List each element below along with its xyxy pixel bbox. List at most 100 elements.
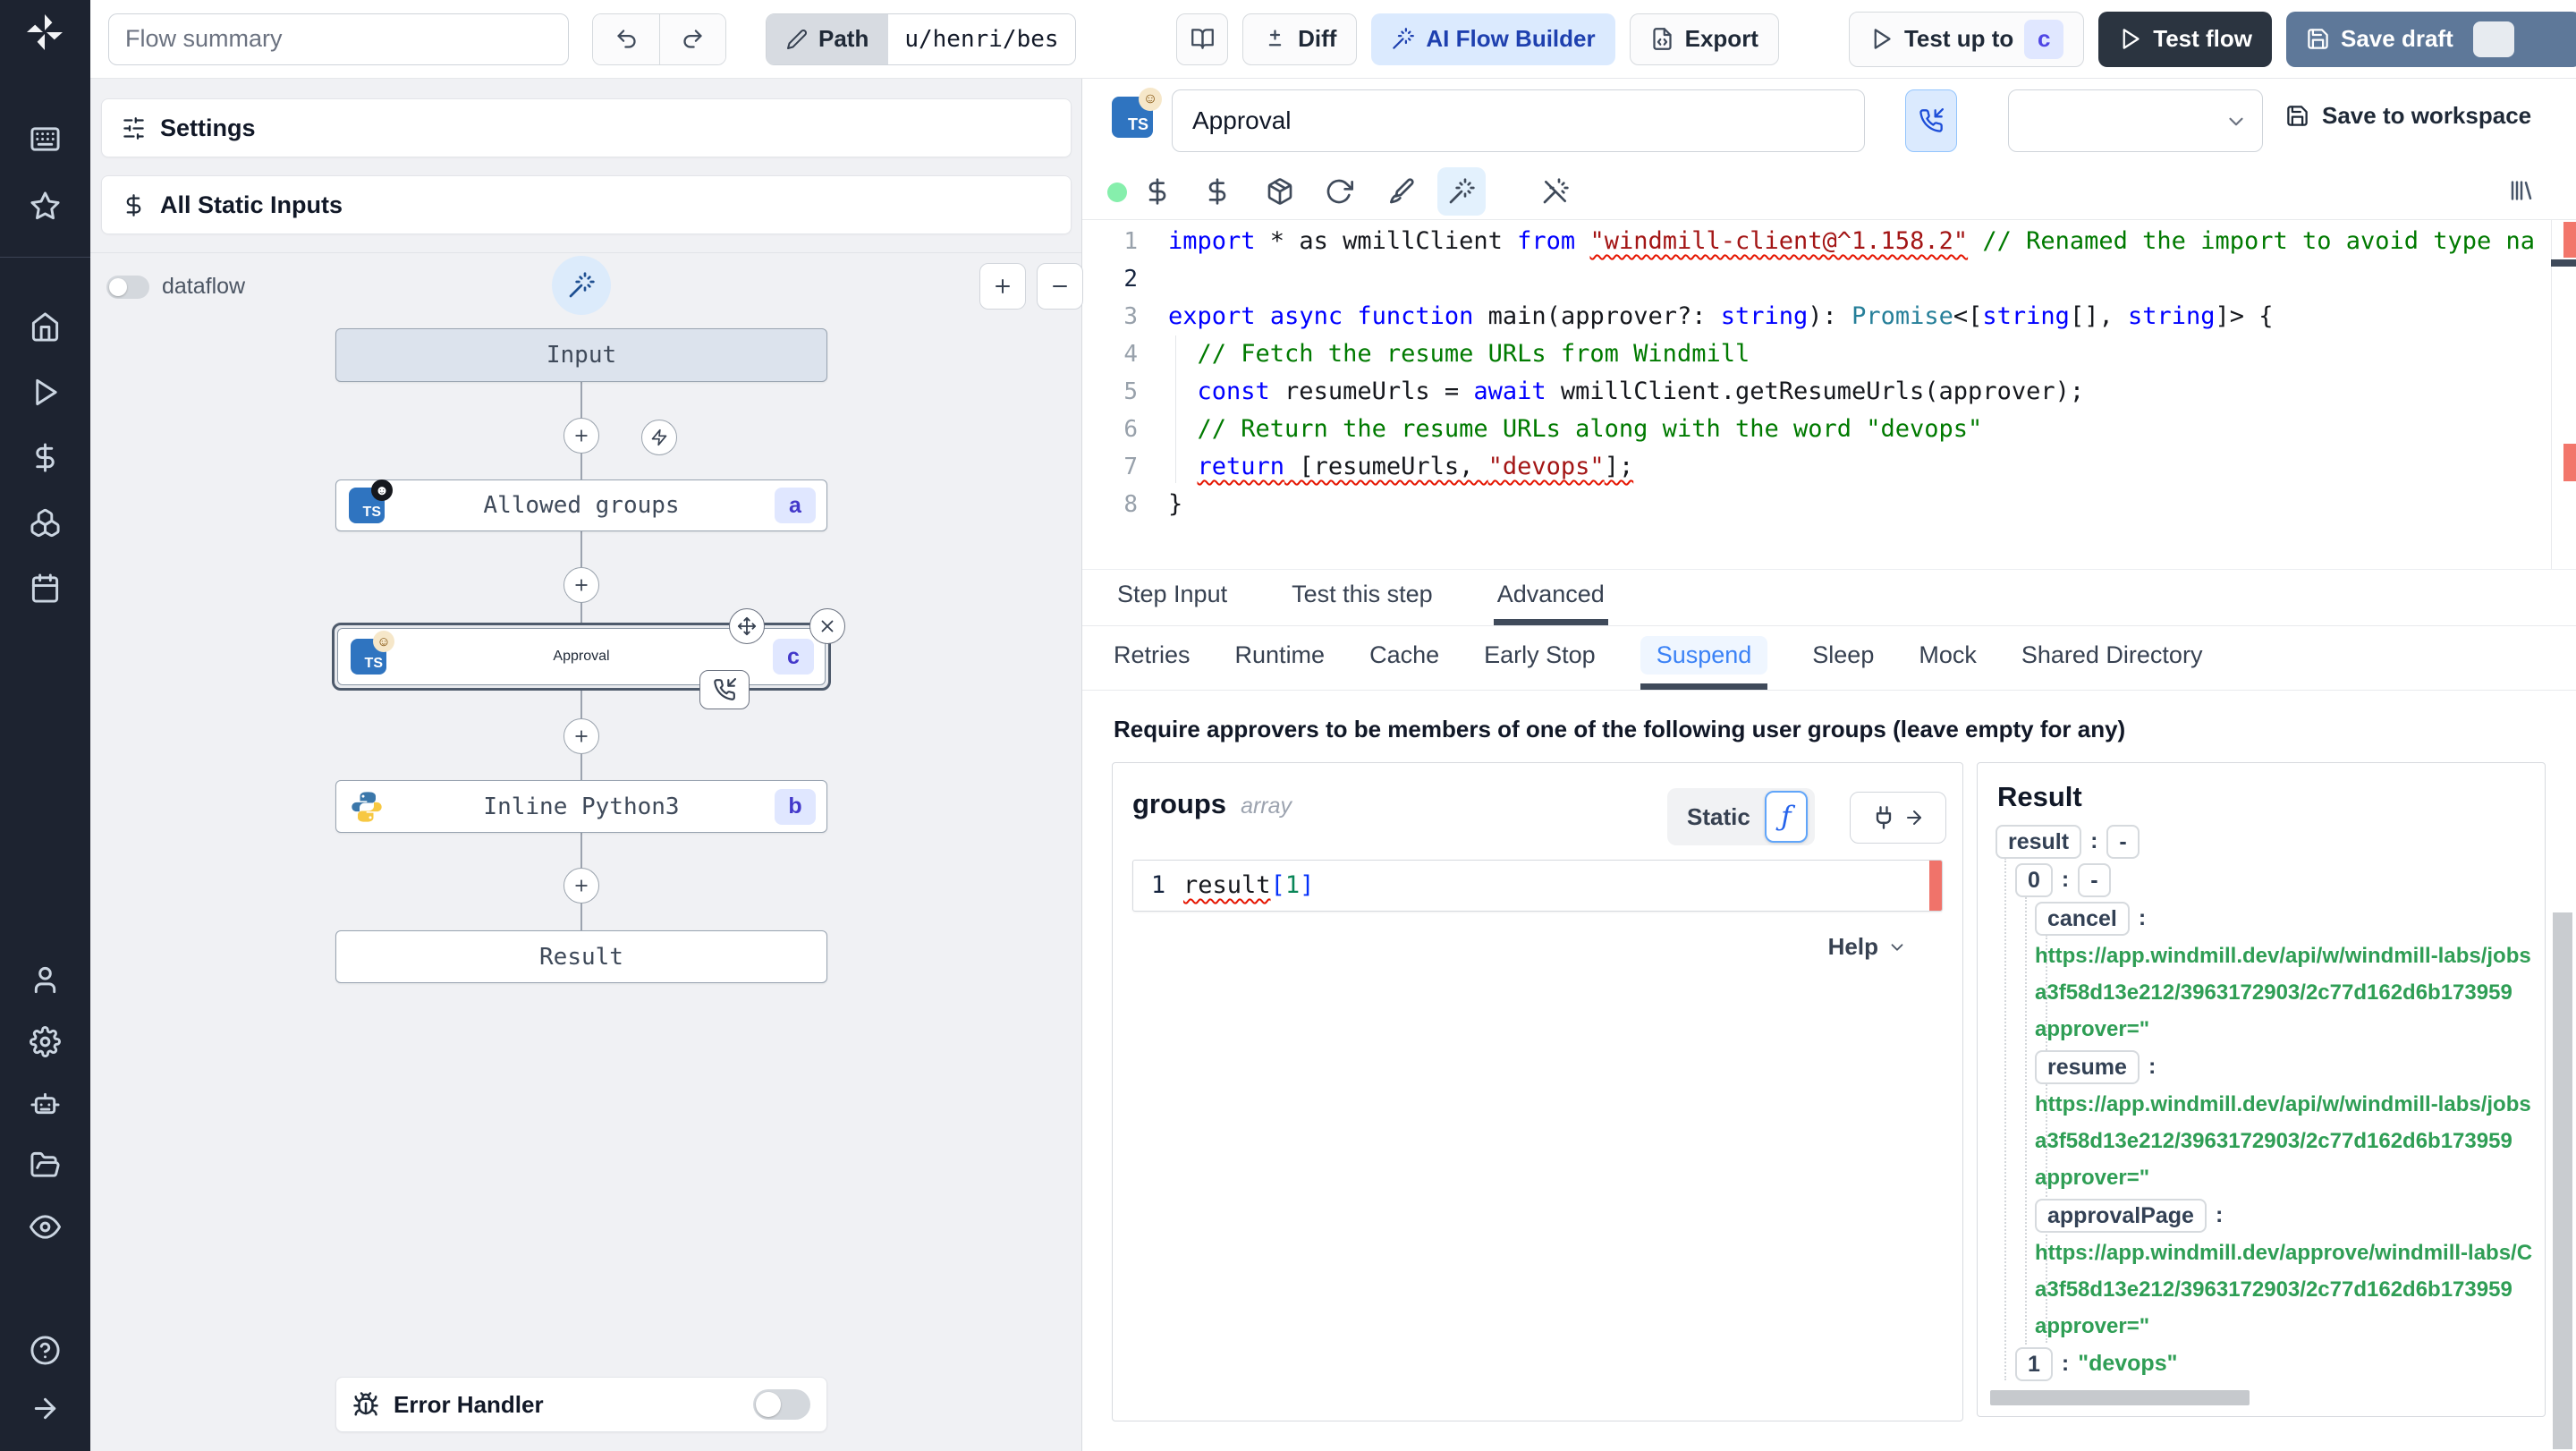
redo-button[interactable] (659, 13, 725, 64)
error-handler-row[interactable]: Error Handler (335, 1377, 827, 1432)
result-key-chip[interactable]: result (1996, 824, 2082, 859)
sidebar-folder-icon[interactable] (30, 1150, 61, 1181)
delete-step-button[interactable] (809, 608, 845, 644)
sidebar-star-icon[interactable] (30, 191, 61, 222)
trigger-button[interactable] (641, 420, 677, 455)
export-button[interactable]: Export (1629, 13, 1779, 65)
subtab-sleep[interactable]: Sleep (1812, 626, 1874, 690)
save-to-workspace-button[interactable]: Save to workspace (2285, 102, 2531, 130)
horizontal-scrollbar[interactable] (1990, 1390, 2250, 1405)
sidebar-robot-icon[interactable] (30, 1088, 61, 1119)
code-line[interactable]: return [resumeUrls, "devops"]; (1168, 448, 2549, 486)
tab-test-this-step[interactable]: Test this step (1288, 570, 1436, 625)
code-line[interactable]: // Fetch the resume URLs from Windmill (1168, 335, 2549, 373)
vertical-scrollbar[interactable] (2553, 912, 2572, 1449)
sidebar-user-icon[interactable] (30, 964, 61, 996)
code-line[interactable]: } (1168, 486, 2549, 523)
input-node[interactable]: Input (335, 328, 827, 382)
sidebar-apps-icon[interactable] (30, 123, 61, 155)
diff-button[interactable]: Diff (1242, 13, 1358, 65)
add-step-button[interactable] (564, 868, 599, 904)
toolbar-brush-icon[interactable] (1386, 177, 1415, 206)
all-static-inputs-row[interactable]: All Static Inputs (101, 175, 1072, 234)
sidebar-boxes-icon[interactable] (30, 507, 61, 539)
flow-settings-row[interactable]: Settings (101, 98, 1072, 157)
subtab-suspend[interactable]: Suspend (1640, 626, 1768, 690)
add-step-button[interactable] (564, 567, 599, 603)
code-line[interactable] (1168, 260, 2549, 298)
path-group[interactable]: Path u/henri/bes (766, 13, 1076, 65)
toolbar-wand-off-icon[interactable] (1541, 177, 1570, 206)
sidebar-calendar-icon[interactable] (30, 573, 61, 604)
subtab-runtime[interactable]: Runtime (1235, 626, 1326, 690)
graph-zoom-in-button[interactable] (979, 263, 1026, 310)
undo-button[interactable] (593, 13, 659, 64)
path-edit-button[interactable]: Path (767, 13, 889, 64)
subtab-retries[interactable]: Retries (1114, 626, 1191, 690)
editor-scroll-indicator[interactable] (2551, 259, 2576, 267)
code-line[interactable]: import * as wmillClient from "windmill-c… (1168, 223, 2549, 260)
typescript-icon: TS ☺ (1112, 88, 1162, 138)
tab-advanced[interactable]: Advanced (1493, 570, 1608, 625)
function-mode-button[interactable]: ƒ (1764, 791, 1808, 843)
subtab-mock[interactable]: Mock (1919, 626, 1977, 690)
sidebar-dollar-icon[interactable] (30, 442, 61, 473)
error-handler-toggle[interactable] (753, 1389, 810, 1420)
help-dropdown[interactable]: Help (1828, 933, 1907, 961)
toolbar-refresh-icon[interactable] (1325, 177, 1353, 206)
step-name-input[interactable] (1172, 89, 1865, 152)
sidebar-play-icon[interactable] (30, 377, 61, 408)
add-step-button[interactable] (564, 418, 599, 454)
subtab-cache[interactable]: Cache (1369, 626, 1439, 690)
subtab-shared-directory[interactable]: Shared Directory (2021, 626, 2203, 690)
code-line[interactable]: const resumeUrls = await wmillClient.get… (1168, 373, 2549, 411)
connect-input-button[interactable] (1850, 792, 1946, 844)
sidebar-gear-icon[interactable] (30, 1026, 61, 1057)
code-line[interactable]: // Return the resume URLs along with the… (1168, 411, 2549, 448)
result-key-chip[interactable]: cancel (2035, 901, 2130, 936)
script-version-select[interactable] (2008, 89, 2263, 152)
result-key-chip[interactable]: 1 (2015, 1346, 2053, 1381)
result-key-chip[interactable]: approvalPage (2035, 1198, 2207, 1233)
graph-zoom-out-button[interactable] (1037, 263, 1083, 310)
toolbar-package-icon[interactable] (1266, 177, 1294, 206)
tab-step-input[interactable]: Step Input (1114, 570, 1231, 625)
result-key-chip[interactable]: 0 (2015, 862, 2053, 897)
suspend-approval-badge[interactable] (699, 670, 750, 709)
library-icon[interactable] (2508, 177, 2535, 204)
move-step-handle[interactable] (729, 608, 765, 644)
ai-flow-builder-button[interactable]: AI Flow Builder (1371, 13, 1615, 65)
code-line[interactable]: export async function main(approver?: st… (1168, 298, 2549, 335)
subtab-early-stop[interactable]: Early Stop (1484, 626, 1596, 690)
collapse-chip[interactable]: - (2078, 862, 2111, 897)
result-node[interactable]: Result (335, 930, 827, 983)
toolbar-wand-icon[interactable] (1447, 177, 1476, 206)
expression-editor[interactable]: 1 result[1] (1132, 860, 1943, 912)
save-draft-button[interactable]: Save draft (2286, 11, 2576, 67)
code-lines[interactable]: import * as wmillClient from "windmill-c… (1168, 223, 2549, 523)
dataflow-toggle[interactable] (106, 275, 149, 299)
test-flow-button[interactable]: Test flow (2098, 11, 2272, 67)
toolbar-active-icon[interactable] (1437, 167, 1486, 216)
sidebar-home-icon[interactable] (30, 311, 61, 343)
step-node-inline-python3[interactable]: Inline Python3 b (335, 780, 827, 833)
toolbar-dollar-icon[interactable] (1143, 177, 1172, 206)
test-up-to-button[interactable]: Test up to c (1848, 11, 2085, 67)
windmill-logo-icon[interactable] (23, 11, 66, 54)
add-step-button[interactable] (564, 718, 599, 754)
diff-label: Diff (1298, 25, 1337, 52)
suspend-approval-button[interactable] (1905, 89, 1957, 152)
docs-button[interactable] (1176, 13, 1229, 65)
expression-code[interactable]: result[1] (1183, 861, 1929, 911)
toolbar-dollar-icon[interactable] (1203, 177, 1232, 206)
ai-step-wand-button[interactable] (552, 256, 611, 315)
flow-summary-input[interactable] (108, 13, 569, 65)
code-editor[interactable]: 1 2 3 4 5 6 7 8 import * as wmillClient from "w… (1082, 220, 2576, 569)
sidebar-arrow-right-icon[interactable] (30, 1393, 61, 1424)
sidebar-help-icon[interactable] (30, 1335, 61, 1366)
step-node-approval-selected[interactable]: TS ☺ Approval c (332, 608, 845, 709)
sidebar-eye-icon[interactable] (30, 1211, 61, 1243)
step-node-allowed-groups[interactable]: TS ☻ Allowed groups a (335, 479, 827, 531)
result-key-chip[interactable]: resume (2035, 1049, 2140, 1084)
collapse-chip[interactable]: - (2106, 824, 2140, 859)
